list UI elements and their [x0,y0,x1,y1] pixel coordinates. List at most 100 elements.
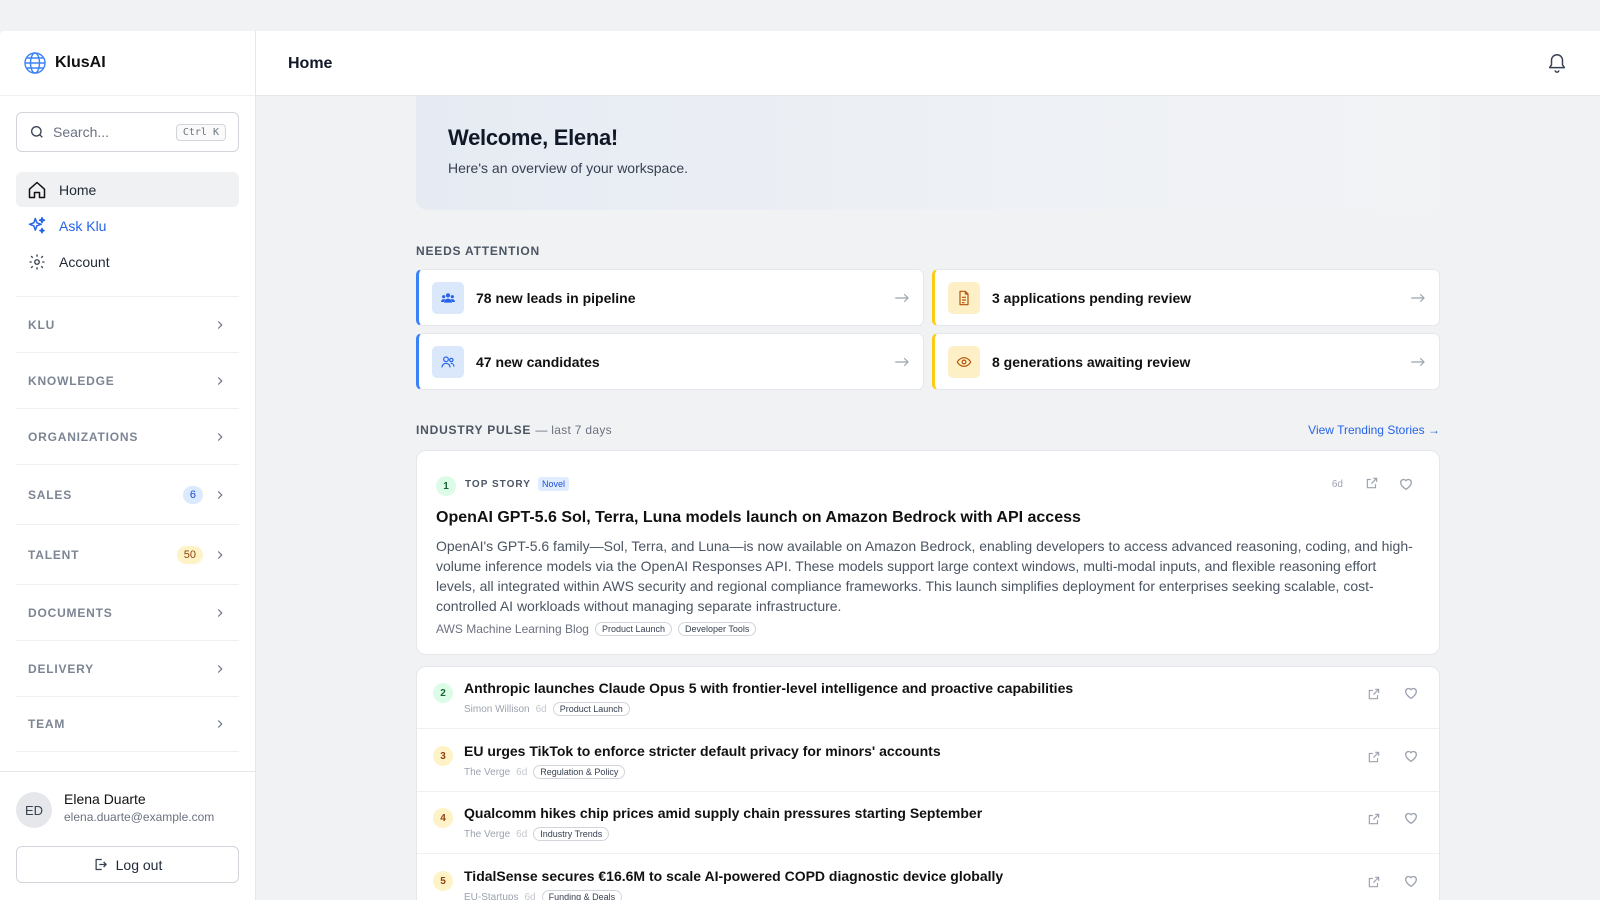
search-input[interactable]: Search... Ctrl K [16,112,239,152]
story-tag[interactable]: Developer Tools [678,622,757,636]
heart-icon[interactable] [1403,685,1419,701]
chevron-right-icon [217,376,223,385]
story-source: EU-Startups [464,891,519,900]
heart-icon[interactable] [1403,810,1419,826]
rank-badge: 1 [436,476,456,496]
external-link-icon[interactable] [1367,687,1381,701]
heart-icon[interactable] [1398,476,1414,492]
nav-item-home[interactable]: Home [16,172,239,207]
story-tag[interactable]: Industry Trends [533,827,610,841]
story-age: 6d [516,766,528,778]
nav-label-account: Account [59,253,110,270]
gear-icon [27,252,47,272]
story-tag[interactable]: Funding & Deals [541,890,623,900]
attention-card-candidates[interactable]: 47 new candidates [416,333,924,390]
novel-badge: Novel [538,477,570,491]
story-row[interactable]: 2 Anthropic launches Claude Opus 5 with … [417,667,1439,729]
story-meta: EU-Startups 6d Funding & Deals [464,890,623,900]
top-bar: Home [256,31,1600,96]
chevron-right-icon [217,664,223,673]
story-title[interactable]: EU urges TikTok to enforce stricter defa… [464,743,941,759]
sidebar: KlusAI Search... Ctrl K Home Ask Klu Acc… [0,31,256,900]
external-link-icon[interactable] [1367,812,1381,826]
section-documents[interactable]: DOCUMENTS [16,584,239,640]
section-klu[interactable]: KLU [16,296,239,352]
brand[interactable]: KlusAI [0,31,255,96]
main-nav: Home Ask Klu Account [16,172,239,280]
chevron-right-icon [217,608,223,617]
section-knowledge[interactable]: KNOWLEDGE [16,352,239,408]
eye-icon [948,345,980,378]
home-icon [27,180,47,200]
section-delivery[interactable]: DELIVERY [16,640,239,696]
chevron-right-icon [217,320,223,329]
welcome-title: Welcome, Elena! [448,125,618,150]
story-title[interactable]: TidalSense secures €16.6M to scale AI-po… [464,868,1003,884]
story-meta: The Verge 6d Industry Trends [464,827,610,841]
external-link-icon[interactable] [1367,750,1381,764]
people-icon [432,345,464,378]
section-sales[interactable]: SALES 6 [16,464,239,524]
section-label: SALES [28,487,73,502]
top-story-title[interactable]: OpenAI GPT-5.6 Sol, Terra, Luna models l… [436,509,1081,527]
attention-text: 47 new candidates [476,353,600,370]
top-story-label: TOP STORY [465,479,531,490]
rank-badge: 3 [433,746,453,766]
section-label: DOCUMENTS [28,605,113,620]
story-tag[interactable]: Product Launch [552,702,630,716]
story-row[interactable]: 5 TidalSense secures €16.6M to scale AI-… [417,855,1439,900]
sparkles-icon [27,216,47,236]
needs-attention-heading: NEEDS ATTENTION [416,244,541,258]
document-icon [948,281,980,314]
section-talent[interactable]: TALENT 50 [16,524,239,584]
story-list: 2 Anthropic launches Claude Opus 5 with … [416,666,1440,900]
globe-logo-icon [24,52,46,74]
bell-icon[interactable] [1546,52,1568,74]
view-trending-stories-link[interactable]: View Trending Stories → [1308,423,1440,437]
attention-text: 3 applications pending review [992,289,1192,306]
attention-card-applications[interactable]: 3 applications pending review [932,269,1440,326]
heart-icon[interactable] [1403,748,1419,764]
section-label: TALENT [28,547,80,562]
section-organizations[interactable]: ORGANIZATIONS [16,408,239,464]
story-source: AWS Machine Learning Blog [436,622,589,636]
avatar[interactable]: ED [16,792,52,828]
top-story-card[interactable]: 1 TOP STORY Novel 6d OpenAI GPT-5.6 Sol,… [416,450,1440,655]
rank-badge: 5 [433,871,453,891]
logout-label: Log out [115,856,163,873]
story-title[interactable]: Anthropic launches Claude Opus 5 with fr… [464,680,1073,696]
section-label: ORGANIZATIONS [28,429,139,444]
story-title[interactable]: Qualcomm hikes chip prices amid supply c… [464,805,982,821]
logout-button[interactable]: Log out [16,846,239,883]
attention-text: 8 generations awaiting review [992,353,1191,370]
external-link-icon[interactable] [1365,476,1379,490]
story-source: Simon Willison [464,703,530,715]
nav-item-ask-klu[interactable]: Ask Klu [16,208,239,243]
top-story-meta: AWS Machine Learning Blog Product Launch… [436,622,757,636]
story-row[interactable]: 4 Qualcomm hikes chip prices amid supply… [417,792,1439,854]
story-age: 6d [524,891,536,900]
chevron-right-icon [217,490,223,499]
top-story-description: OpenAI's GPT-5.6 family—Sol, Terra, and … [436,538,1413,614]
nav-label-home: Home [59,181,97,198]
nav-sections: KLU KNOWLEDGE ORGANIZATIONS SALES 6 TALE… [16,296,239,752]
external-link-icon[interactable] [1367,875,1381,889]
count-badge: 50 [176,545,203,564]
attention-card-leads[interactable]: 78 new leads in pipeline [416,269,924,326]
story-age: 6d [516,828,528,840]
section-team[interactable]: TEAM [16,696,239,752]
heart-icon[interactable] [1403,873,1419,889]
user-email: elena.duarte@example.com [64,810,215,824]
story-tag[interactable]: Product Launch [594,622,673,636]
nav-item-account[interactable]: Account [16,244,239,279]
industry-pulse-label: INDUSTRY PULSE [416,423,532,437]
story-row[interactable]: 3 EU urges TikTok to enforce stricter de… [417,730,1439,792]
main-content: Welcome, Elena! Here's an overview of yo… [256,96,1600,900]
arrow-right-icon [895,293,909,302]
story-source: The Verge [464,828,511,840]
chevron-right-icon [217,432,223,441]
story-tag[interactable]: Regulation & Policy [533,765,626,779]
rank-badge: 2 [433,683,453,703]
story-age: 6d [1331,479,1343,490]
attention-card-generations[interactable]: 8 generations awaiting review [932,333,1440,390]
